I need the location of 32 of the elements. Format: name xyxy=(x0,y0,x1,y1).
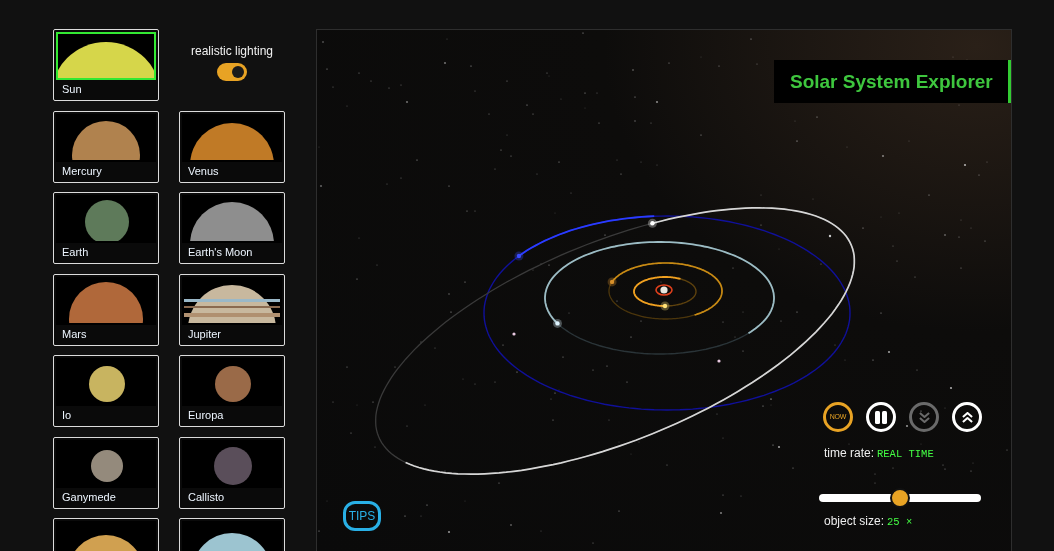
object-tile[interactable]: Jupiter xyxy=(179,273,285,346)
planet-dot xyxy=(514,251,524,261)
object-tile[interactable]: Mercury xyxy=(53,110,159,183)
slider-thumb[interactable] xyxy=(890,488,910,508)
object-tile[interactable]: Sun xyxy=(53,29,159,101)
tips-button[interactable]: TIPS xyxy=(343,501,381,531)
planet-dot xyxy=(607,277,617,287)
time-rate-value: REAL TIME xyxy=(877,447,934,462)
object-tile[interactable]: Io xyxy=(53,355,159,427)
planet-dot xyxy=(553,318,562,328)
faster-button[interactable] xyxy=(952,402,982,432)
double-chevron-up-icon xyxy=(961,411,973,423)
double-chevron-down-icon xyxy=(918,411,930,423)
planet-dot xyxy=(647,218,657,228)
time-rate-label: time rate: xyxy=(824,445,874,461)
pause-icon xyxy=(875,410,887,424)
planet-dot xyxy=(660,301,670,311)
object-size-slider[interactable] xyxy=(819,488,981,508)
object-size-value: 25 × xyxy=(887,515,913,530)
app-title: Solar System Explorer xyxy=(774,60,1011,103)
object-tile[interactable]: Europa xyxy=(179,355,285,427)
pause-button[interactable] xyxy=(866,402,896,432)
lighting-label: realistic lighting xyxy=(190,44,273,58)
object-tile[interactable]: Earth xyxy=(53,192,159,264)
object-tile[interactable]: Callisto xyxy=(179,436,285,509)
object-tile[interactable]: Mars xyxy=(53,273,159,346)
lighting-toggle[interactable] xyxy=(217,63,247,81)
object-size-label: object size: xyxy=(824,513,885,529)
object-tile[interactable]: Ganymede xyxy=(53,436,159,509)
object-tile[interactable]: Earth's Moon xyxy=(179,192,285,264)
sun-marker xyxy=(655,284,673,296)
object-tile[interactable]: Venus xyxy=(179,110,285,183)
